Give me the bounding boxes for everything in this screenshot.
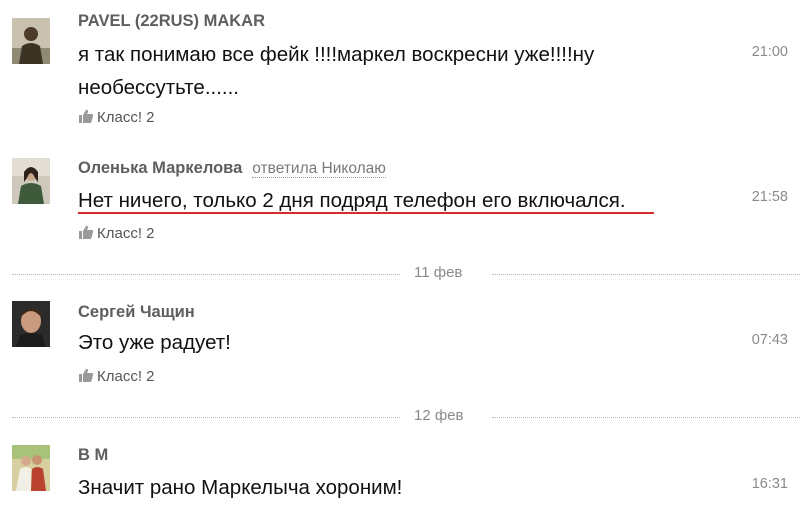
- thumbs-up-icon: [78, 367, 94, 387]
- like-label: Класс! 2: [97, 225, 155, 242]
- author-name[interactable]: Оленька Маркелова: [78, 159, 242, 177]
- separator-date: 12 фев: [414, 407, 464, 424]
- comment-text: Это уже радует!: [78, 331, 231, 354]
- comment-time: 07:43: [751, 332, 788, 348]
- comment-item: Оленька Маркелова ответила Николаю Нет ни…: [0, 140, 800, 260]
- reply-to-link[interactable]: ответила Николаю: [252, 160, 386, 178]
- like-button[interactable]: Класс! 2: [78, 367, 155, 387]
- avatar[interactable]: [12, 301, 50, 347]
- separator-date: 11 фев: [414, 264, 463, 281]
- thumbs-up-icon: [78, 108, 94, 128]
- separator-line: [492, 417, 800, 418]
- like-label: Класс! 2: [97, 368, 155, 385]
- comment-author[interactable]: PAVEL (22RUS) MAKAR: [78, 12, 265, 31]
- like-label: Класс! 2: [97, 109, 155, 126]
- avatar[interactable]: [12, 18, 50, 64]
- comment-time: 21:00: [751, 44, 788, 60]
- like-button[interactable]: Класс! 2: [78, 108, 155, 128]
- comment-author[interactable]: Сергей Чащин: [78, 303, 195, 322]
- avatar[interactable]: [12, 445, 50, 491]
- comment-author: Оленька Маркелова ответила Николаю: [78, 159, 386, 178]
- separator-line: [12, 417, 400, 418]
- avatar[interactable]: [12, 158, 50, 204]
- highlight-underline: [78, 212, 654, 214]
- comment-text: Значит рано Маркелыча хороним!: [78, 476, 403, 499]
- comment-text: я так понимаю все фейк !!!!маркел воскре…: [78, 43, 595, 99]
- comment-author[interactable]: В М: [78, 446, 108, 465]
- comment-item: В М Значит рано Маркелыча хороним! 16:31: [0, 430, 800, 530]
- separator-line: [492, 274, 800, 275]
- comment-item: PAVEL (22RUS) MAKAR я так понимаю все фе…: [0, 0, 800, 140]
- thumbs-up-icon: [78, 224, 94, 244]
- comment-time: 16:31: [751, 476, 788, 492]
- date-separator: 11 фев: [12, 264, 800, 284]
- like-button[interactable]: Класс! 2: [78, 224, 155, 244]
- date-separator: 12 фев: [12, 407, 800, 427]
- comment-item: Сергей Чащин Это уже радует! 07:43 Класс…: [0, 285, 800, 405]
- separator-line: [12, 274, 400, 275]
- comment-time: 21:58: [751, 189, 788, 205]
